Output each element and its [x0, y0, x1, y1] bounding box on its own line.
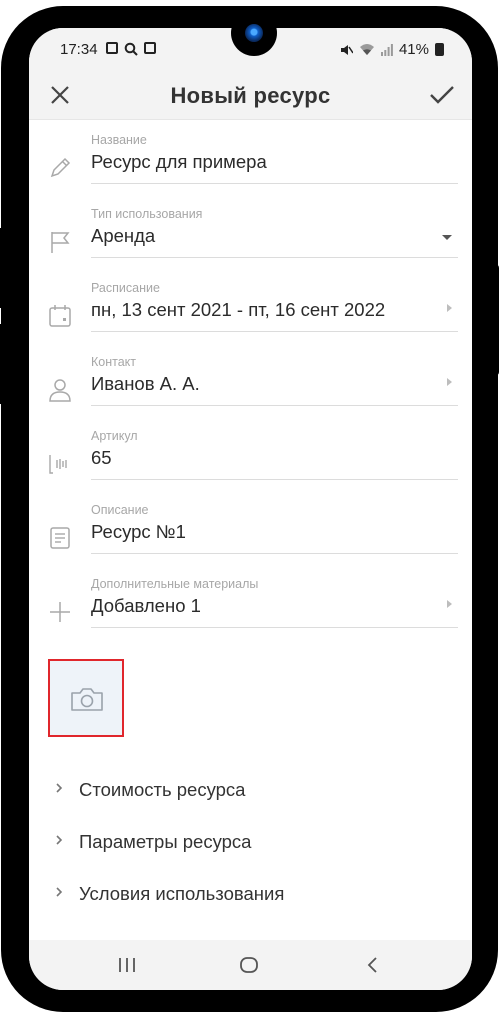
battery-percent: 41%: [398, 41, 429, 58]
field-schedule[interactable]: Расписание пн, 13 сент 2021 - пт, 16 сен…: [29, 281, 472, 355]
wifi-icon: [359, 44, 374, 55]
system-nav-bar: [29, 940, 472, 990]
field-underline: [91, 627, 458, 628]
section-resource-parameters[interactable]: Параметры ресурса: [29, 818, 472, 862]
field-label: Описание: [91, 503, 149, 517]
add-photo-button[interactable]: [48, 659, 124, 737]
calendar-icon: [49, 305, 71, 327]
power-button: [0, 324, 5, 404]
field-value[interactable]: Добавлено 1: [91, 595, 201, 617]
section-label: Условия использования: [79, 883, 285, 904]
recent-apps-icon[interactable]: [115, 954, 139, 976]
field-contact[interactable]: Контакт Иванов А. А.: [29, 355, 472, 429]
field-value[interactable]: Иванов А. А.: [91, 373, 200, 395]
flag-icon: [51, 232, 70, 253]
search-icon: [124, 42, 138, 56]
field-underline: [91, 183, 458, 184]
field-underline: [91, 331, 458, 332]
front-camera: [231, 10, 277, 56]
screen: 17:34 41% Новый ресурс Название Ресурс д…: [29, 28, 472, 990]
field-label: Артикул: [91, 429, 138, 443]
back-icon[interactable]: [361, 954, 385, 976]
section-usage-conditions[interactable]: Условия использования: [29, 870, 472, 914]
chevron-right-icon[interactable]: [447, 600, 452, 608]
field-underline: [91, 553, 458, 554]
camera-icon: [71, 688, 103, 711]
field-label: Контакт: [91, 355, 137, 369]
chevron-right-icon: [56, 783, 63, 793]
pencil-icon: [50, 157, 71, 178]
field-article[interactable]: Артикул 65: [29, 429, 472, 503]
section-label: Параметры ресурса: [79, 831, 252, 852]
chevron-right-icon[interactable]: [447, 378, 452, 386]
field-value[interactable]: 65: [91, 447, 112, 469]
field-label: Расписание: [91, 281, 160, 295]
chevron-right-icon: [56, 835, 63, 845]
field-name[interactable]: Название Ресурс для примера: [29, 133, 472, 207]
field-underline: [91, 405, 458, 406]
app-bar: Новый ресурс: [29, 72, 472, 120]
field-label: Дополнительные материалы: [91, 577, 259, 591]
mute-icon: [340, 44, 353, 55]
chevron-right-icon: [56, 887, 63, 897]
field-additional-materials[interactable]: Дополнительные материалы Добавлено 1: [29, 577, 472, 651]
volume-button: [0, 228, 5, 308]
person-icon: [49, 379, 71, 402]
field-value[interactable]: Ресурс №1: [91, 521, 186, 543]
field-description[interactable]: Описание Ресурс №1: [29, 503, 472, 577]
gallery-icon: [106, 42, 118, 54]
field-underline: [91, 257, 458, 258]
barcode-icon: [49, 455, 67, 474]
field-value[interactable]: Аренда: [91, 225, 155, 247]
app-icon: [144, 42, 156, 54]
status-time: 17:34: [60, 41, 98, 58]
field-value[interactable]: Ресурс для примера: [91, 151, 267, 173]
home-icon[interactable]: [237, 954, 261, 976]
document-icon: [50, 527, 70, 549]
dropdown-arrow-icon[interactable]: [442, 235, 452, 240]
side-button: [489, 264, 499, 376]
plus-icon: [50, 602, 70, 622]
field-underline: [91, 479, 458, 480]
signal-icon: [380, 43, 393, 56]
chevron-right-icon[interactable]: [447, 304, 452, 312]
section-resource-cost[interactable]: Стоимость ресурса: [29, 766, 472, 810]
field-label: Тип использования: [91, 207, 203, 221]
check-icon[interactable]: [428, 82, 456, 108]
field-usage-type[interactable]: Тип использования Аренда: [29, 207, 472, 281]
page-title: Новый ресурс: [170, 83, 331, 108]
battery-icon: [435, 43, 444, 56]
section-label: Стоимость ресурса: [79, 779, 246, 800]
field-value[interactable]: пн, 13 сент 2021 - пт, 16 сент 2022: [91, 299, 385, 321]
field-label: Название: [91, 133, 147, 147]
